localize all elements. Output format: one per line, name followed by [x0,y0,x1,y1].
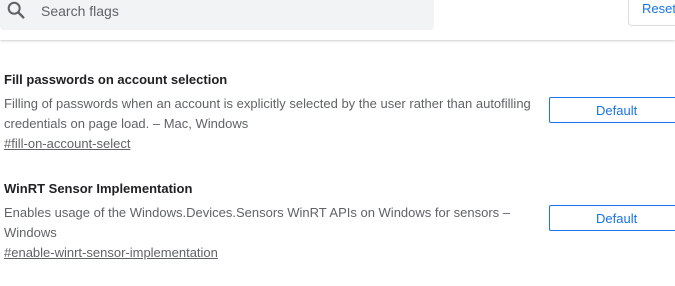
flag-item-fill-on-account-select: Fill passwords on account selection Fill… [4,72,544,154]
flag-title: WinRT Sensor Implementation [4,181,193,196]
flag-description: Filling of passwords when an account is … [4,96,531,131]
reset-all-button[interactable]: Reset [628,0,675,26]
flag-state-select[interactable]: Default [549,97,675,123]
search-box[interactable] [0,0,434,30]
search-input[interactable] [41,0,421,22]
flag-permalink[interactable]: #fill-on-account-select [4,134,130,154]
flag-permalink[interactable]: #enable-winrt-sensor-implementation [4,243,218,263]
flag-state-select[interactable]: Default [549,205,675,231]
search-icon [7,1,25,19]
flag-title: Fill passwords on account selection [4,72,228,87]
header-bar: Reset [0,0,675,40]
flag-description: Enables usage of the Windows.Devices.Sen… [4,205,511,240]
flag-item-enable-winrt-sensor-implementation: WinRT Sensor Implementation Enables usag… [4,181,544,263]
